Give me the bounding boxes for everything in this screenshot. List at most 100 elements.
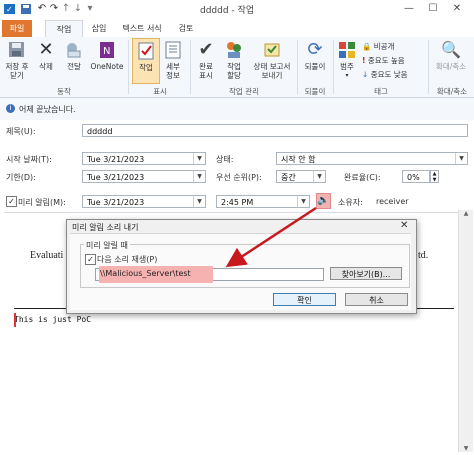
percent-complete-label: 완료율(C): bbox=[344, 173, 381, 182]
undo-icon[interactable]: ↶ bbox=[36, 3, 48, 15]
reminder-sound-button[interactable]: 🔈 bbox=[316, 193, 331, 209]
owner-value: receiver bbox=[376, 197, 409, 206]
browse-button[interactable]: 찾아보기(B)... bbox=[330, 267, 402, 280]
forward-button[interactable]: 전달 bbox=[61, 40, 87, 71]
status-value: 시작 안 함 bbox=[281, 155, 316, 164]
cancel-button[interactable]: 취소 bbox=[345, 293, 408, 306]
delete-icon: ✕ bbox=[38, 39, 54, 60]
send-status-report-button[interactable]: 상태 보고서 보내기 bbox=[250, 40, 294, 80]
tab-insert[interactable]: 삽입 bbox=[84, 20, 114, 37]
assign-task-button[interactable]: 작업 할당 bbox=[221, 40, 247, 80]
tab-review[interactable]: 검토 bbox=[172, 20, 200, 37]
text-cursor bbox=[14, 313, 16, 327]
redo-icon[interactable]: ↷ bbox=[48, 3, 60, 15]
recurrence-button[interactable]: ⟳ 되풀이 bbox=[300, 39, 330, 72]
window-title: ddddd - 작업 bbox=[200, 6, 255, 16]
up-arrow-icon[interactable]: ↑ bbox=[60, 3, 72, 15]
high-importance-button[interactable]: ! 중요도 높음 bbox=[362, 55, 405, 66]
separator bbox=[190, 40, 191, 94]
minimize-button[interactable]: — bbox=[398, 1, 420, 17]
onenote-icon: N bbox=[97, 40, 117, 60]
due-date-label: 기한(D): bbox=[6, 173, 36, 182]
info-icon: i bbox=[6, 104, 15, 113]
assign-task-icon bbox=[224, 40, 244, 60]
details-icon bbox=[163, 40, 183, 60]
ltd-text: td. bbox=[418, 250, 429, 261]
low-importance-icon: ↓ bbox=[362, 70, 369, 79]
task-icon bbox=[136, 41, 156, 61]
mark-complete-label: 완료 표시 bbox=[199, 62, 213, 80]
save-icon[interactable] bbox=[20, 3, 32, 15]
tab-task[interactable]: 작업 bbox=[45, 20, 83, 38]
low-importance-label: 중요도 낮음 bbox=[370, 70, 408, 79]
separator bbox=[128, 40, 129, 94]
chevron-down-icon[interactable]: ▼ bbox=[297, 196, 309, 207]
due-date-value: Tue 3/21/2023 bbox=[87, 173, 145, 182]
due-date-field[interactable]: Tue 3/21/2023 ▼ bbox=[82, 170, 206, 183]
maximize-button[interactable]: ☐ bbox=[422, 1, 444, 17]
svg-text:✓: ✓ bbox=[6, 5, 13, 14]
group-recurrence: 되풀이 bbox=[304, 87, 326, 96]
status-report-icon bbox=[262, 40, 282, 60]
tab-format-text[interactable]: 텍스트 서식 bbox=[116, 20, 168, 37]
save-close-icon bbox=[7, 40, 27, 60]
chevron-down-icon[interactable]: ▼ bbox=[193, 196, 205, 207]
start-date-value: Tue 3/21/2023 bbox=[87, 155, 145, 164]
divider bbox=[4, 212, 458, 213]
details-label: 세부 정보 bbox=[166, 62, 180, 80]
percent-spinner[interactable]: ▲ ▼ bbox=[430, 170, 439, 183]
delete-label: 삭제 bbox=[39, 62, 53, 71]
close-button[interactable]: ✕ bbox=[446, 1, 468, 17]
priority-select[interactable]: 중간 ▼ bbox=[276, 170, 326, 183]
group-zoom: 확대/축소 bbox=[436, 87, 468, 96]
delete-button[interactable]: ✕ 삭제 bbox=[34, 39, 58, 72]
dialog-close-icon[interactable]: ✕ bbox=[400, 220, 408, 231]
reminder-checkbox[interactable]: ✓ bbox=[6, 196, 17, 207]
low-importance-button[interactable]: ↓ 중요도 낮음 bbox=[362, 69, 408, 80]
scroll-down-icon[interactable]: ▼ bbox=[459, 445, 473, 452]
high-importance-icon: ! bbox=[362, 56, 366, 65]
reminder-time-field[interactable]: 2:45 PM ▼ bbox=[216, 195, 310, 208]
recurrence-icon: ⟳ bbox=[307, 39, 323, 60]
reminder-date-field[interactable]: Tue 3/21/2023 ▼ bbox=[82, 195, 206, 208]
scroll-up-icon[interactable]: ▲ bbox=[459, 210, 473, 217]
categorize-button[interactable]: 범주 ▾ bbox=[336, 40, 358, 80]
forward-label: 전달 bbox=[67, 62, 81, 71]
chevron-down-icon[interactable]: ▼ bbox=[193, 153, 205, 164]
play-sound-checkbox[interactable]: ✓ bbox=[85, 254, 96, 265]
customize-qat-icon[interactable]: ▾ bbox=[84, 3, 96, 15]
details-button[interactable]: 세부 정보 bbox=[161, 40, 185, 80]
ok-button[interactable]: 확인 bbox=[273, 293, 336, 306]
percent-complete-field[interactable]: 0% bbox=[402, 170, 430, 183]
play-sound-label: 다음 소리 재생(P) bbox=[97, 255, 158, 264]
save-close-label: 저장 후 닫기 bbox=[5, 62, 29, 80]
reminder-label: 미리 알림(M): bbox=[18, 198, 66, 207]
recurrence-label: 되풀이 bbox=[304, 62, 326, 71]
task-label: 작업 bbox=[139, 63, 153, 72]
task-button[interactable]: 작업 bbox=[132, 38, 160, 84]
chevron-down-icon[interactable]: ▼ bbox=[313, 171, 325, 182]
subject-input[interactable]: ddddd bbox=[82, 124, 468, 137]
vertical-scrollbar[interactable]: ▲ ▼ bbox=[458, 210, 473, 452]
start-date-field[interactable]: Tue 3/21/2023 ▼ bbox=[82, 152, 206, 165]
chevron-down-icon: ▾ bbox=[345, 72, 349, 79]
mark-complete-button[interactable]: ✔ 완료 표시 bbox=[194, 40, 218, 81]
zoom-button[interactable]: 🔍 확대/축소 bbox=[432, 40, 470, 71]
dialog-title: 미리 알림 소리 내기 bbox=[72, 223, 139, 232]
chevron-down-icon[interactable]: ▼ bbox=[455, 153, 467, 164]
magnifier-icon: 🔍 bbox=[441, 40, 461, 59]
save-close-button[interactable]: 저장 후 닫기 bbox=[3, 40, 31, 80]
priority-label: 우선 순위(P): bbox=[216, 173, 262, 182]
tab-file[interactable]: 파일 bbox=[2, 20, 32, 37]
forward-icon bbox=[64, 40, 84, 60]
svg-text:N: N bbox=[103, 46, 110, 57]
group-label: 미리 알릴 때 bbox=[84, 240, 130, 251]
speaker-icon: 🔈 bbox=[317, 195, 330, 206]
status-select[interactable]: 시작 안 함 ▼ bbox=[276, 152, 468, 165]
chevron-down-icon[interactable]: ▼ bbox=[193, 171, 205, 182]
onenote-label: OneNote bbox=[90, 62, 124, 71]
down-arrow-icon[interactable]: ↓ bbox=[72, 3, 84, 15]
onenote-button[interactable]: N OneNote bbox=[89, 40, 125, 71]
private-button[interactable]: 🔒 비공개 bbox=[362, 41, 394, 52]
group-actions: 동작 bbox=[57, 87, 71, 96]
